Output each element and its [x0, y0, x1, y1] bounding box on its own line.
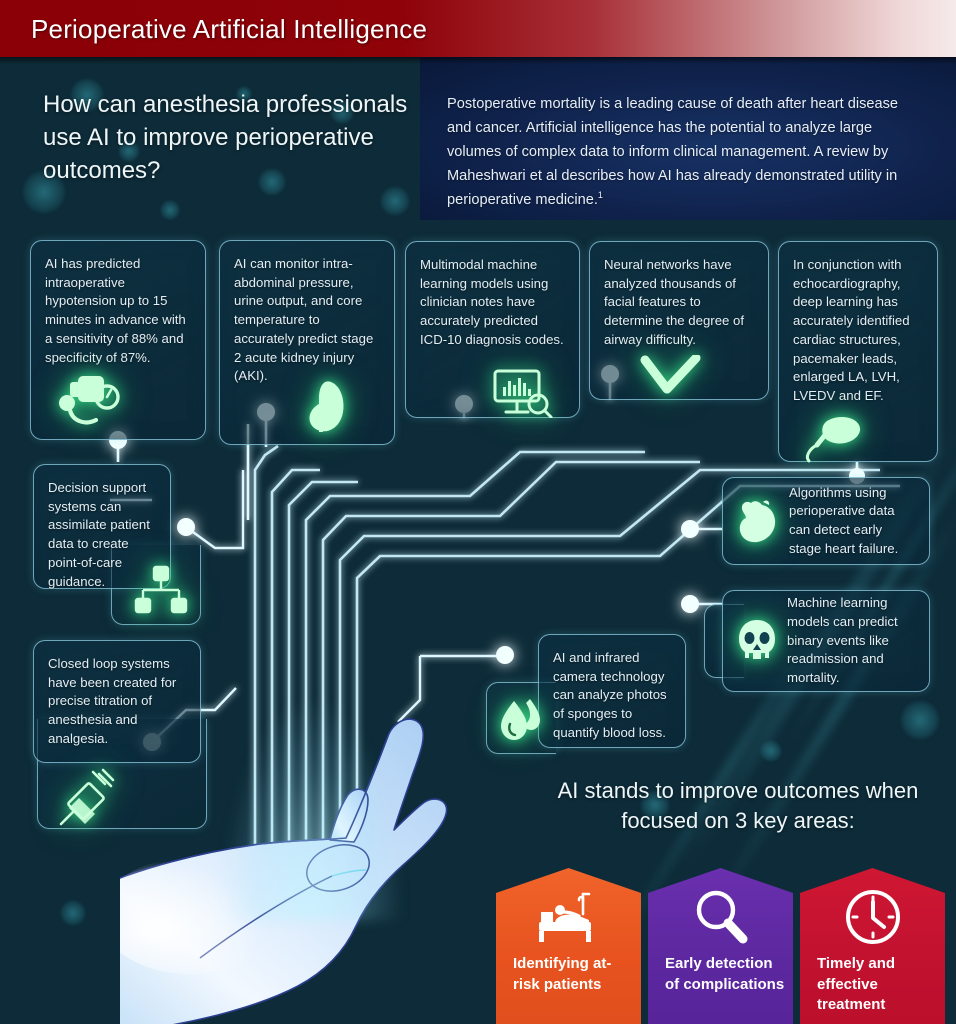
fact-card-text: Neural networks have analyzed thousands … — [604, 257, 745, 347]
kidney-icon — [309, 381, 344, 432]
heart-anatomical-icon — [739, 500, 776, 543]
checkmark-airway-icon — [640, 355, 701, 394]
hierarchy-tree-icon — [134, 565, 188, 614]
fact-card-text: Multimodal machine learning models using… — [420, 257, 564, 347]
blood-pressure-cuff-icon — [59, 376, 120, 425]
fact-card-text: In conjunction with echocardiography, de… — [793, 257, 910, 404]
hospital-bed-patient-icon — [496, 886, 641, 948]
fact-card-text: Algorithms using perioperative data can … — [789, 484, 899, 556]
fact-card-text: Machine learning models can predict bina… — [787, 595, 898, 686]
blood-drops-icon — [501, 699, 540, 740]
intro-body-text: Postoperative mortality is a leading cau… — [447, 96, 899, 209]
reference-marker: 1 — [597, 190, 603, 201]
fact-card-text: AI can monitor intra-abdominal pressure,… — [234, 256, 374, 384]
syringe-icon — [59, 768, 115, 826]
ultrasound-probe-icon — [805, 417, 861, 463]
key-area-identifying[interactable]: Identifying at-risk patients — [496, 868, 641, 1024]
infographic-page: Perioperative Artificial Intelligence Ho… — [0, 0, 956, 1024]
key-area-label: Timely and effective treatment — [817, 955, 896, 1014]
bokeh-dot — [380, 186, 410, 216]
fact-card-ml-binary-events[interactable]: Machine learning models can predict bina… — [722, 590, 930, 692]
fact-card-text: Closed loop systems have been created fo… — [48, 656, 177, 746]
bokeh-dot — [900, 700, 940, 740]
header-shadow — [0, 57, 956, 64]
key-area-early-detection[interactable]: Early detection of complications — [648, 868, 793, 1024]
fact-card-text: AI and infrared camera technology can an… — [553, 650, 667, 740]
fact-card-closed-loop[interactable]: Closed loop systems have been created fo… — [33, 640, 201, 763]
bokeh-dot — [60, 900, 86, 926]
clock-icon — [800, 886, 945, 948]
bokeh-dot — [160, 200, 180, 220]
key-area-label: Early detection of complications — [665, 955, 785, 993]
fact-card-heart-failure[interactable]: Algorithms using perioperative data can … — [722, 477, 930, 565]
magnifier-icon — [648, 886, 793, 948]
fact-card-text: AI has predicted intraoperative hypotens… — [45, 256, 186, 365]
cta-heading: AI stands to improve outcomes when focus… — [557, 778, 919, 834]
page-title: Perioperative Artificial Intelligence — [31, 14, 428, 44]
skull-icon — [739, 620, 775, 659]
key-area-label: Identifying at-risk patients — [513, 955, 612, 993]
intro-body: Postoperative mortality is a leading cau… — [447, 92, 925, 212]
key-area-timely-treatment[interactable]: Timely and effective treatment — [800, 868, 945, 1024]
hand-glow — [222, 700, 402, 920]
fact-card-infrared-blood-loss[interactable]: AI and infrared camera technology can an… — [538, 634, 686, 748]
intro-question: How can anesthesia professionals use AI … — [43, 91, 408, 185]
monitor-chart-search-icon — [493, 369, 553, 418]
